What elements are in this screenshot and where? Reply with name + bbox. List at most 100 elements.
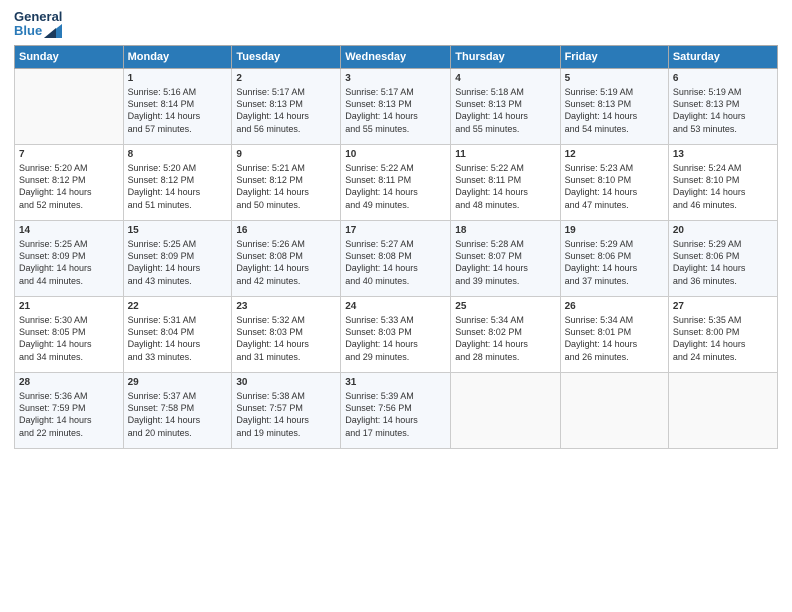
day-info-line: Daylight: 14 hours xyxy=(673,262,773,274)
calendar-cell: 5Sunrise: 5:19 AMSunset: 8:13 PMDaylight… xyxy=(560,68,668,144)
day-info-line: and 17 minutes. xyxy=(345,427,446,439)
day-number: 7 xyxy=(19,148,119,162)
day-info-line: and 31 minutes. xyxy=(236,351,336,363)
day-number: 28 xyxy=(19,376,119,390)
day-info-line: and 40 minutes. xyxy=(345,275,446,287)
day-info-line: Sunset: 8:10 PM xyxy=(673,174,773,186)
day-info-line: and 28 minutes. xyxy=(455,351,555,363)
day-info-line: Daylight: 14 hours xyxy=(19,338,119,350)
calendar-cell: 31Sunrise: 5:39 AMSunset: 7:56 PMDayligh… xyxy=(341,372,451,448)
calendar-cell: 25Sunrise: 5:34 AMSunset: 8:02 PMDayligh… xyxy=(451,296,560,372)
calendar-cell: 15Sunrise: 5:25 AMSunset: 8:09 PMDayligh… xyxy=(123,220,232,296)
column-header-friday: Friday xyxy=(560,45,668,68)
logo-general: General xyxy=(14,10,62,24)
day-number: 17 xyxy=(345,224,446,238)
day-number: 11 xyxy=(455,148,555,162)
day-info-line: Sunrise: 5:22 AM xyxy=(455,162,555,174)
day-info-line: and 33 minutes. xyxy=(128,351,228,363)
day-info-line: Sunrise: 5:24 AM xyxy=(673,162,773,174)
day-number: 13 xyxy=(673,148,773,162)
day-number: 2 xyxy=(236,72,336,86)
column-header-sunday: Sunday xyxy=(15,45,124,68)
day-number: 10 xyxy=(345,148,446,162)
calendar-cell xyxy=(15,68,124,144)
day-info-line: Sunset: 8:06 PM xyxy=(565,250,664,262)
day-number: 21 xyxy=(19,300,119,314)
day-info-line: Sunrise: 5:19 AM xyxy=(673,86,773,98)
day-info-line: Daylight: 14 hours xyxy=(565,110,664,122)
day-number: 25 xyxy=(455,300,555,314)
day-info-line: Daylight: 14 hours xyxy=(455,110,555,122)
day-info-line: Sunrise: 5:25 AM xyxy=(19,238,119,250)
day-info-line: Sunset: 8:08 PM xyxy=(345,250,446,262)
calendar-cell: 30Sunrise: 5:38 AMSunset: 7:57 PMDayligh… xyxy=(232,372,341,448)
day-info-line: Sunset: 8:12 PM xyxy=(19,174,119,186)
day-info-line: Daylight: 14 hours xyxy=(128,262,228,274)
day-info-line: Daylight: 14 hours xyxy=(128,338,228,350)
day-info-line: Sunrise: 5:34 AM xyxy=(455,314,555,326)
day-info-line: and 42 minutes. xyxy=(236,275,336,287)
day-info-line: Sunset: 8:04 PM xyxy=(128,326,228,338)
day-info-line: and 20 minutes. xyxy=(128,427,228,439)
day-info-line: Daylight: 14 hours xyxy=(128,414,228,426)
day-info-line: Sunset: 8:00 PM xyxy=(673,326,773,338)
day-info-line: Daylight: 14 hours xyxy=(19,262,119,274)
calendar-cell: 11Sunrise: 5:22 AMSunset: 8:11 PMDayligh… xyxy=(451,144,560,220)
day-info-line: Daylight: 14 hours xyxy=(455,262,555,274)
day-info-line: Daylight: 14 hours xyxy=(345,262,446,274)
calendar-cell: 14Sunrise: 5:25 AMSunset: 8:09 PMDayligh… xyxy=(15,220,124,296)
column-header-saturday: Saturday xyxy=(668,45,777,68)
day-info-line: Daylight: 14 hours xyxy=(673,110,773,122)
day-info-line: and 29 minutes. xyxy=(345,351,446,363)
day-info-line: Sunrise: 5:36 AM xyxy=(19,390,119,402)
day-info-line: Sunrise: 5:18 AM xyxy=(455,86,555,98)
column-header-tuesday: Tuesday xyxy=(232,45,341,68)
day-info-line: Sunset: 8:13 PM xyxy=(673,98,773,110)
day-info-line: Sunset: 8:07 PM xyxy=(455,250,555,262)
day-info-line: and 37 minutes. xyxy=(565,275,664,287)
day-info-line: Sunrise: 5:23 AM xyxy=(565,162,664,174)
day-info-line: Sunrise: 5:32 AM xyxy=(236,314,336,326)
day-info-line: Daylight: 14 hours xyxy=(673,186,773,198)
day-info-line: Daylight: 14 hours xyxy=(455,186,555,198)
day-info-line: and 55 minutes. xyxy=(345,123,446,135)
day-info-line: Daylight: 14 hours xyxy=(455,338,555,350)
day-info-line: Sunrise: 5:20 AM xyxy=(19,162,119,174)
day-info-line: Sunrise: 5:17 AM xyxy=(236,86,336,98)
calendar-cell: 2Sunrise: 5:17 AMSunset: 8:13 PMDaylight… xyxy=(232,68,341,144)
calendar-cell: 24Sunrise: 5:33 AMSunset: 8:03 PMDayligh… xyxy=(341,296,451,372)
day-info-line: Daylight: 14 hours xyxy=(565,186,664,198)
calendar-cell: 21Sunrise: 5:30 AMSunset: 8:05 PMDayligh… xyxy=(15,296,124,372)
day-info-line: Sunset: 8:03 PM xyxy=(345,326,446,338)
day-info-line: and 43 minutes. xyxy=(128,275,228,287)
day-number: 12 xyxy=(565,148,664,162)
calendar-cell: 4Sunrise: 5:18 AMSunset: 8:13 PMDaylight… xyxy=(451,68,560,144)
calendar-cell: 18Sunrise: 5:28 AMSunset: 8:07 PMDayligh… xyxy=(451,220,560,296)
day-number: 18 xyxy=(455,224,555,238)
day-info-line: Daylight: 14 hours xyxy=(565,338,664,350)
logo-blue: Blue xyxy=(14,24,62,38)
day-number: 16 xyxy=(236,224,336,238)
day-info-line: Sunset: 7:58 PM xyxy=(128,402,228,414)
day-info-line: Sunrise: 5:17 AM xyxy=(345,86,446,98)
day-info-line: Sunrise: 5:30 AM xyxy=(19,314,119,326)
day-info-line: Sunrise: 5:29 AM xyxy=(673,238,773,250)
day-info-line: Daylight: 14 hours xyxy=(345,110,446,122)
calendar-cell: 19Sunrise: 5:29 AMSunset: 8:06 PMDayligh… xyxy=(560,220,668,296)
day-info-line: Sunset: 7:59 PM xyxy=(19,402,119,414)
calendar-cell: 23Sunrise: 5:32 AMSunset: 8:03 PMDayligh… xyxy=(232,296,341,372)
day-info-line: Daylight: 14 hours xyxy=(19,186,119,198)
day-info-line: Daylight: 14 hours xyxy=(345,338,446,350)
page-header: General Blue xyxy=(14,10,778,39)
day-info-line: Sunset: 8:12 PM xyxy=(236,174,336,186)
calendar-cell: 27Sunrise: 5:35 AMSunset: 8:00 PMDayligh… xyxy=(668,296,777,372)
day-number: 22 xyxy=(128,300,228,314)
day-info-line: Daylight: 14 hours xyxy=(236,414,336,426)
day-info-line: and 39 minutes. xyxy=(455,275,555,287)
calendar-cell: 6Sunrise: 5:19 AMSunset: 8:13 PMDaylight… xyxy=(668,68,777,144)
day-info-line: and 48 minutes. xyxy=(455,199,555,211)
calendar-cell: 26Sunrise: 5:34 AMSunset: 8:01 PMDayligh… xyxy=(560,296,668,372)
day-info-line: and 22 minutes. xyxy=(19,427,119,439)
day-info-line: and 50 minutes. xyxy=(236,199,336,211)
day-number: 20 xyxy=(673,224,773,238)
